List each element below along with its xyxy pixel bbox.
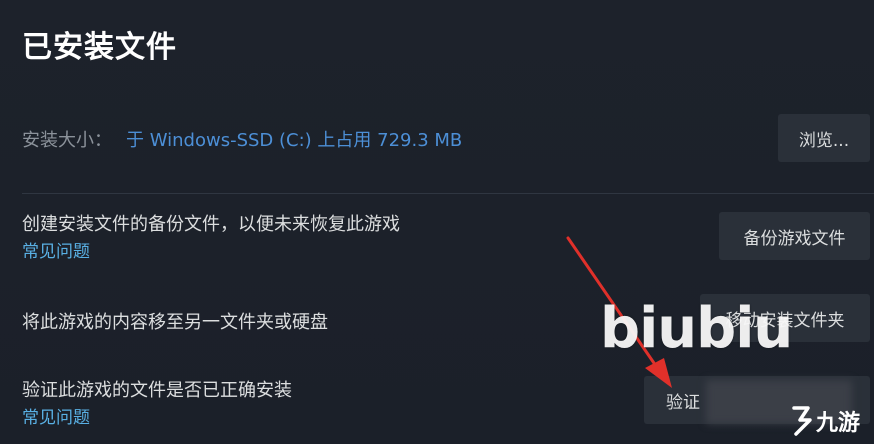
verify-description: 验证此游戏的文件是否已正确安装 [22,380,292,401]
backup-faq-link[interactable]: 常见问题 [22,237,90,262]
install-size-row: 安装大小： 于 Windows-SSD (C:) 上占用 729.3 MB [22,126,462,152]
page-title: 已安装文件 [22,30,177,65]
browse-button[interactable]: 浏览... [778,114,870,162]
backup-game-files-button[interactable]: 备份游戏文件 [719,212,870,260]
install-size-value: 于 Windows-SSD (C:) 上占用 729.3 MB [126,130,463,151]
backup-description: 创建安装文件的备份文件，以便未来恢复此游戏 [22,214,400,235]
move-description: 将此游戏的内容移至另一文件夹或硬盘 [22,312,328,333]
verify-faq-link[interactable]: 常见问题 [22,403,90,428]
divider [22,193,874,194]
move-install-folder-button[interactable]: 移动安装文件夹 [700,294,870,342]
install-size-label: 安装大小： [22,130,112,151]
verify-files-button[interactable]: 验证 [644,376,870,424]
installed-files-panel: 已安装文件 安装大小： 于 Windows-SSD (C:) 上占用 729.3 … [0,0,874,444]
